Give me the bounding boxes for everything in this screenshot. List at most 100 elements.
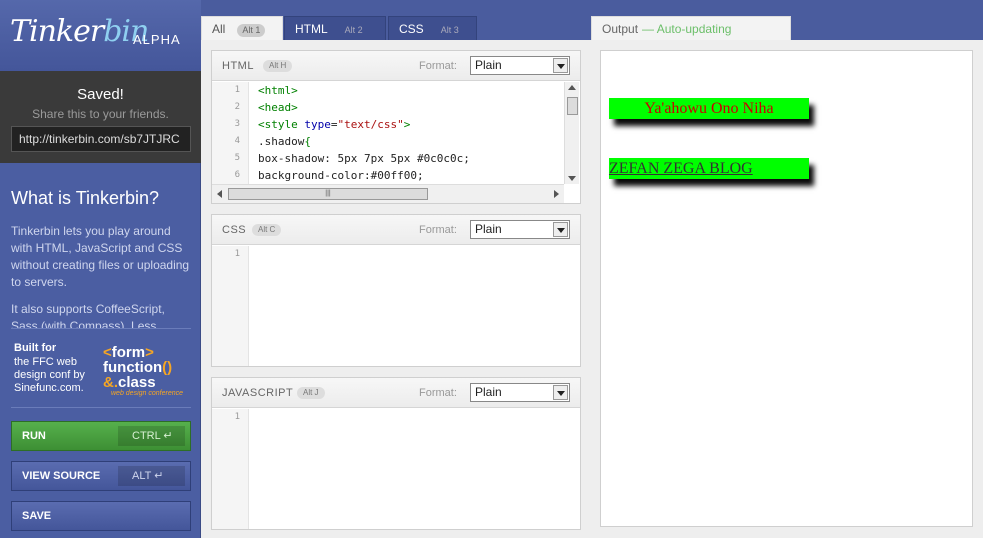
html-panel-header: HTML Alt H Format: Plain bbox=[212, 51, 580, 81]
html-horizontal-scrollbar[interactable]: ||| bbox=[212, 184, 564, 203]
line-number: 4 bbox=[234, 136, 240, 146]
code-token: type bbox=[304, 118, 331, 131]
main-area: All Alt 1 HTML Alt 2 CSS Alt 3 HTML Alt H F… bbox=[201, 0, 983, 538]
code-token: { bbox=[304, 135, 311, 148]
tab-all[interactable]: All Alt 1 bbox=[201, 16, 283, 41]
code-token: .shadow bbox=[258, 135, 305, 148]
tab-html-shortcut: Alt 2 bbox=[344, 25, 363, 35]
logo-alpha: ALPHA bbox=[133, 32, 181, 47]
logo[interactable]: Tinkerbin ALPHA bbox=[0, 0, 201, 71]
run-label: RUN bbox=[22, 430, 46, 442]
code-line: background-color:#00ff00; bbox=[258, 169, 424, 182]
output-shadow-box-1: Ya'ahowu Ono Niha bbox=[609, 98, 809, 119]
code-line: <head> bbox=[258, 101, 298, 114]
html-format-select[interactable]: Plain bbox=[470, 56, 570, 75]
javascript-format-label: Format: bbox=[419, 387, 457, 399]
code-line: <html> bbox=[258, 84, 298, 97]
css-line-gutter: 1 bbox=[212, 246, 249, 366]
line-number: 2 bbox=[234, 102, 240, 112]
scroll-left-arrow-icon[interactable] bbox=[217, 190, 222, 198]
line-number: 1 bbox=[234, 249, 240, 259]
html-format-label: Format: bbox=[419, 60, 457, 72]
saved-title: Saved! bbox=[77, 86, 124, 103]
html-panel-title: HTML bbox=[222, 60, 254, 72]
code-token: > bbox=[403, 118, 411, 131]
ffc-subtitle: web design conference bbox=[111, 390, 183, 397]
scroll-thumb[interactable] bbox=[567, 97, 578, 115]
javascript-panel-shortcut: Alt J bbox=[297, 387, 325, 399]
scroll-thumb[interactable]: ||| bbox=[228, 188, 428, 200]
sidebar: Tinkerbin ALPHA Saved! Share this to you… bbox=[0, 0, 201, 538]
ffc-class: class bbox=[118, 374, 156, 391]
html-vertical-scrollbar[interactable] bbox=[564, 82, 579, 184]
saved-box: Saved! Share this to your friends. http:… bbox=[0, 71, 201, 163]
built-for-desc: the FFC web design conf by Sinefunc.com. bbox=[14, 356, 85, 394]
html-code-editor[interactable]: <html> <head> <style type="text/css"> .s… bbox=[258, 82, 470, 184]
html-line-gutter: 1 2 3 4 5 6 bbox=[212, 82, 249, 184]
javascript-format-select[interactable]: Plain bbox=[470, 383, 570, 402]
line-number: 1 bbox=[234, 85, 240, 95]
tab-all-label: All bbox=[212, 22, 226, 36]
css-panel-shortcut: Alt C bbox=[252, 224, 282, 236]
chevron-down-icon bbox=[553, 58, 568, 73]
run-shortcut: CTRL ↵ bbox=[118, 426, 185, 446]
tab-html[interactable]: HTML Alt 2 bbox=[284, 16, 386, 41]
run-button[interactable]: RUN CTRL ↵ bbox=[11, 421, 191, 451]
description-paragraph: Tinkerbin lets you play around with HTML… bbox=[11, 224, 190, 289]
tab-css-shortcut: Alt 3 bbox=[440, 25, 459, 35]
ffc-promo[interactable]: Built for the FFC web design conf by Sin… bbox=[11, 328, 191, 408]
scroll-down-arrow-icon[interactable] bbox=[568, 176, 576, 181]
code-token: "text/css" bbox=[337, 118, 404, 131]
css-panel: CSS Alt C Format: Plain 1 bbox=[211, 214, 581, 367]
line-number: 5 bbox=[234, 153, 240, 163]
scroll-right-arrow-icon[interactable] bbox=[554, 190, 559, 198]
css-code-editor[interactable] bbox=[258, 246, 578, 366]
javascript-code-editor[interactable] bbox=[258, 409, 578, 529]
scroll-up-arrow-icon[interactable] bbox=[568, 85, 576, 90]
chevron-down-icon bbox=[553, 385, 568, 400]
css-format-label: Format: bbox=[419, 224, 457, 236]
javascript-panel-header: JAVASCRIPT Alt J Format: Plain bbox=[212, 378, 580, 408]
code-line: box-shadow: 5px 7px 5px #0c0c0c; bbox=[258, 152, 470, 165]
output-column: Ya'ahowu Ono Niha ZEFAN ZEGA BLOG bbox=[590, 40, 983, 538]
output-preview[interactable]: Ya'ahowu Ono Niha ZEFAN ZEGA BLOG bbox=[600, 50, 973, 527]
logo-brand: Tinkerbin bbox=[10, 14, 149, 49]
tab-css[interactable]: CSS Alt 3 bbox=[388, 16, 477, 41]
tab-output[interactable]: Output — Auto-updating bbox=[591, 16, 791, 41]
css-format-select[interactable]: Plain bbox=[470, 220, 570, 239]
javascript-format-value: Plain bbox=[475, 385, 502, 399]
ffc-parens: () bbox=[162, 359, 173, 376]
ffc-amp: &. bbox=[103, 374, 118, 391]
javascript-panel-title: JAVASCRIPT bbox=[222, 387, 294, 399]
code-line: <style type="text/css"> bbox=[258, 116, 470, 133]
output-tab-label: Output bbox=[602, 22, 639, 36]
save-button[interactable]: SAVE bbox=[11, 501, 191, 531]
built-for-label: Built for bbox=[14, 342, 57, 354]
ffc-logo: <form> function() &.class web design con… bbox=[103, 345, 189, 398]
html-panel: HTML Alt H Format: Plain 1 2 3 4 5 6 <ht… bbox=[211, 50, 581, 204]
css-format-value: Plain bbox=[475, 222, 502, 236]
logo-brand-a: Tinker bbox=[10, 14, 104, 49]
line-number: 3 bbox=[234, 119, 240, 129]
css-panel-title: CSS bbox=[222, 224, 247, 236]
view-source-label: VIEW SOURCE bbox=[22, 470, 101, 482]
tab-all-shortcut: Alt 1 bbox=[237, 24, 266, 37]
chevron-down-icon bbox=[553, 222, 568, 237]
code-token: <style bbox=[258, 118, 305, 131]
auto-updating-label: — Auto-updating bbox=[642, 22, 732, 36]
what-is-title: What is Tinkerbin? bbox=[11, 188, 160, 208]
editors-column: HTML Alt H Format: Plain 1 2 3 4 5 6 <ht… bbox=[201, 40, 590, 538]
code-line: .shadow{ bbox=[258, 133, 470, 150]
line-number: 1 bbox=[234, 412, 240, 422]
html-panel-shortcut: Alt H bbox=[263, 60, 293, 72]
tab-css-label: CSS bbox=[399, 22, 424, 36]
view-source-button[interactable]: VIEW SOURCE ALT ↵ bbox=[11, 461, 191, 491]
save-label: SAVE bbox=[22, 510, 52, 522]
output-blog-link[interactable]: ZEFAN ZEGA BLOG bbox=[609, 158, 809, 179]
saved-subtitle: Share this to your friends. bbox=[32, 107, 169, 121]
html-format-value: Plain bbox=[475, 58, 502, 72]
view-source-shortcut: ALT ↵ bbox=[118, 466, 185, 486]
javascript-panel: JAVASCRIPT Alt J Format: Plain 1 bbox=[211, 377, 581, 530]
share-url-field[interactable]: http://tinkerbin.com/sb7JTJRC bbox=[11, 126, 191, 152]
javascript-line-gutter: 1 bbox=[212, 409, 249, 529]
